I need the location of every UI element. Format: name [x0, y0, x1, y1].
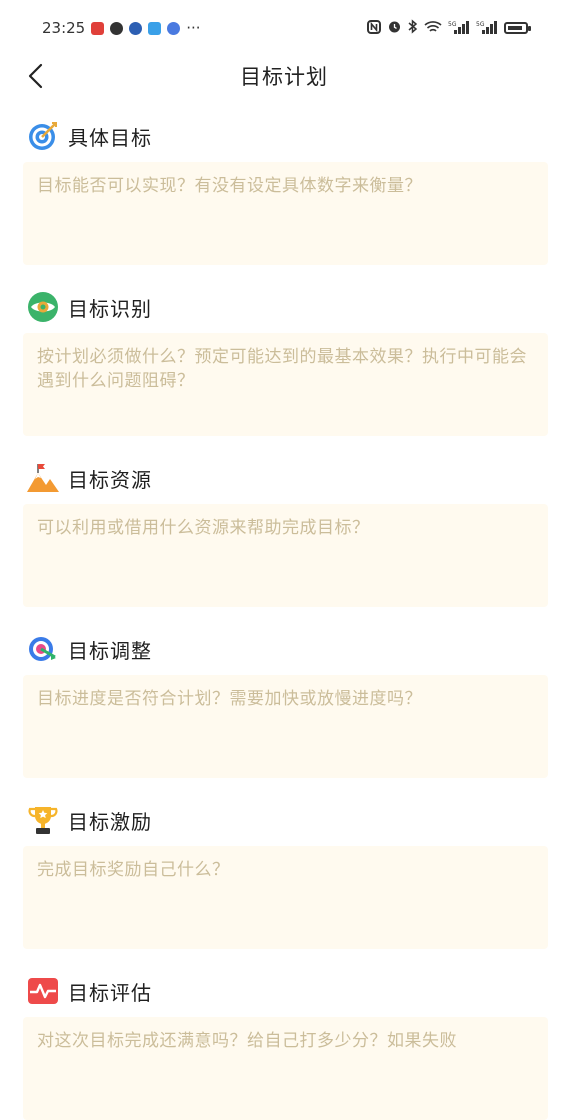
goal-incentive-input[interactable]: 完成目标奖励自己什么？: [23, 846, 548, 949]
svg-text:5G: 5G: [476, 21, 485, 28]
section-title: 具体目标: [68, 125, 152, 150]
more-indicator: ···: [186, 19, 201, 37]
specific-goal-input[interactable]: 目标能否可以实现？有没有设定具体数字来衡量？: [23, 162, 548, 265]
goal-identify-input[interactable]: 按计划必须做什么？预定可能达到的最基本效果？执行中可能会遇到什么问题阻碍？: [23, 333, 548, 436]
alarm-icon: [387, 19, 402, 37]
section-title: 目标资源: [68, 467, 152, 492]
back-button[interactable]: [20, 60, 52, 92]
app-icon: [148, 21, 162, 35]
goal-evaluate-input[interactable]: 对这次目标完成还满意吗？给自己打多少分？如果失败: [23, 1017, 548, 1120]
section-goal-incentive: 目标激励 完成目标奖励自己什么？: [23, 800, 548, 949]
status-left: 23:25 ···: [42, 19, 201, 37]
battery-icon: [504, 22, 531, 34]
goal-form: 具体目标 目标能否可以实现？有没有设定具体数字来衡量？ 目标识别 按计划必须做什…: [23, 116, 548, 1120]
section-title: 目标识别: [68, 296, 152, 321]
bluetooth-icon: [408, 19, 418, 37]
section-goal-identify: 目标识别 按计划必须做什么？预定可能达到的最基本效果？执行中可能会遇到什么问题阻…: [23, 287, 548, 436]
section-title: 目标调整: [68, 638, 152, 663]
section-title: 目标激励: [68, 809, 152, 834]
mountain-flag-icon: [26, 461, 60, 495]
section-goal-adjust: 目标调整 目标进度是否符合计划？需要加快或放慢进度吗？: [23, 629, 548, 778]
app-icon: [91, 21, 105, 35]
nav-bar: 目标计划: [0, 56, 568, 96]
section-goal-evaluate: 目标评估 对这次目标完成还满意吗？给自己打多少分？如果失败: [23, 971, 548, 1120]
section-header: 目标识别: [23, 287, 548, 327]
message-icon: [110, 21, 124, 35]
page-title: 目标计划: [240, 65, 328, 89]
section-header: 目标评估: [23, 971, 548, 1011]
app-icon: [129, 21, 143, 35]
signal-icon: 5G: [476, 20, 498, 37]
target-icon: [26, 119, 60, 153]
section-header: 目标激励: [23, 800, 548, 840]
trophy-icon: [26, 803, 60, 837]
pulse-chart-icon: [26, 974, 60, 1008]
wifi-icon: [424, 20, 442, 37]
eye-target-icon: [26, 290, 60, 324]
section-specific-goal: 具体目标 目标能否可以实现？有没有设定具体数字来衡量？: [23, 116, 548, 265]
goal-adjust-input[interactable]: 目标进度是否符合计划？需要加快或放慢进度吗？: [23, 675, 548, 778]
nfc-icon: [367, 19, 381, 37]
app-icon: [167, 21, 181, 35]
section-header: 目标调整: [23, 629, 548, 669]
status-bar: 23:25 ··· 5G 5G: [0, 0, 568, 56]
section-goal-resources: 目标资源 可以利用或借用什么资源来帮助完成目标？: [23, 458, 548, 607]
goal-resources-input[interactable]: 可以利用或借用什么资源来帮助完成目标？: [23, 504, 548, 607]
section-header: 目标资源: [23, 458, 548, 498]
chevron-left-icon: [28, 63, 43, 89]
section-title: 目标评估: [68, 980, 152, 1005]
signal-icon: 5G: [448, 20, 470, 37]
status-right: 5G 5G: [367, 19, 531, 37]
section-header: 具体目标: [23, 116, 548, 156]
status-time: 23:25: [42, 19, 86, 37]
svg-text:5G: 5G: [448, 21, 457, 28]
aim-adjust-icon: [26, 632, 60, 666]
